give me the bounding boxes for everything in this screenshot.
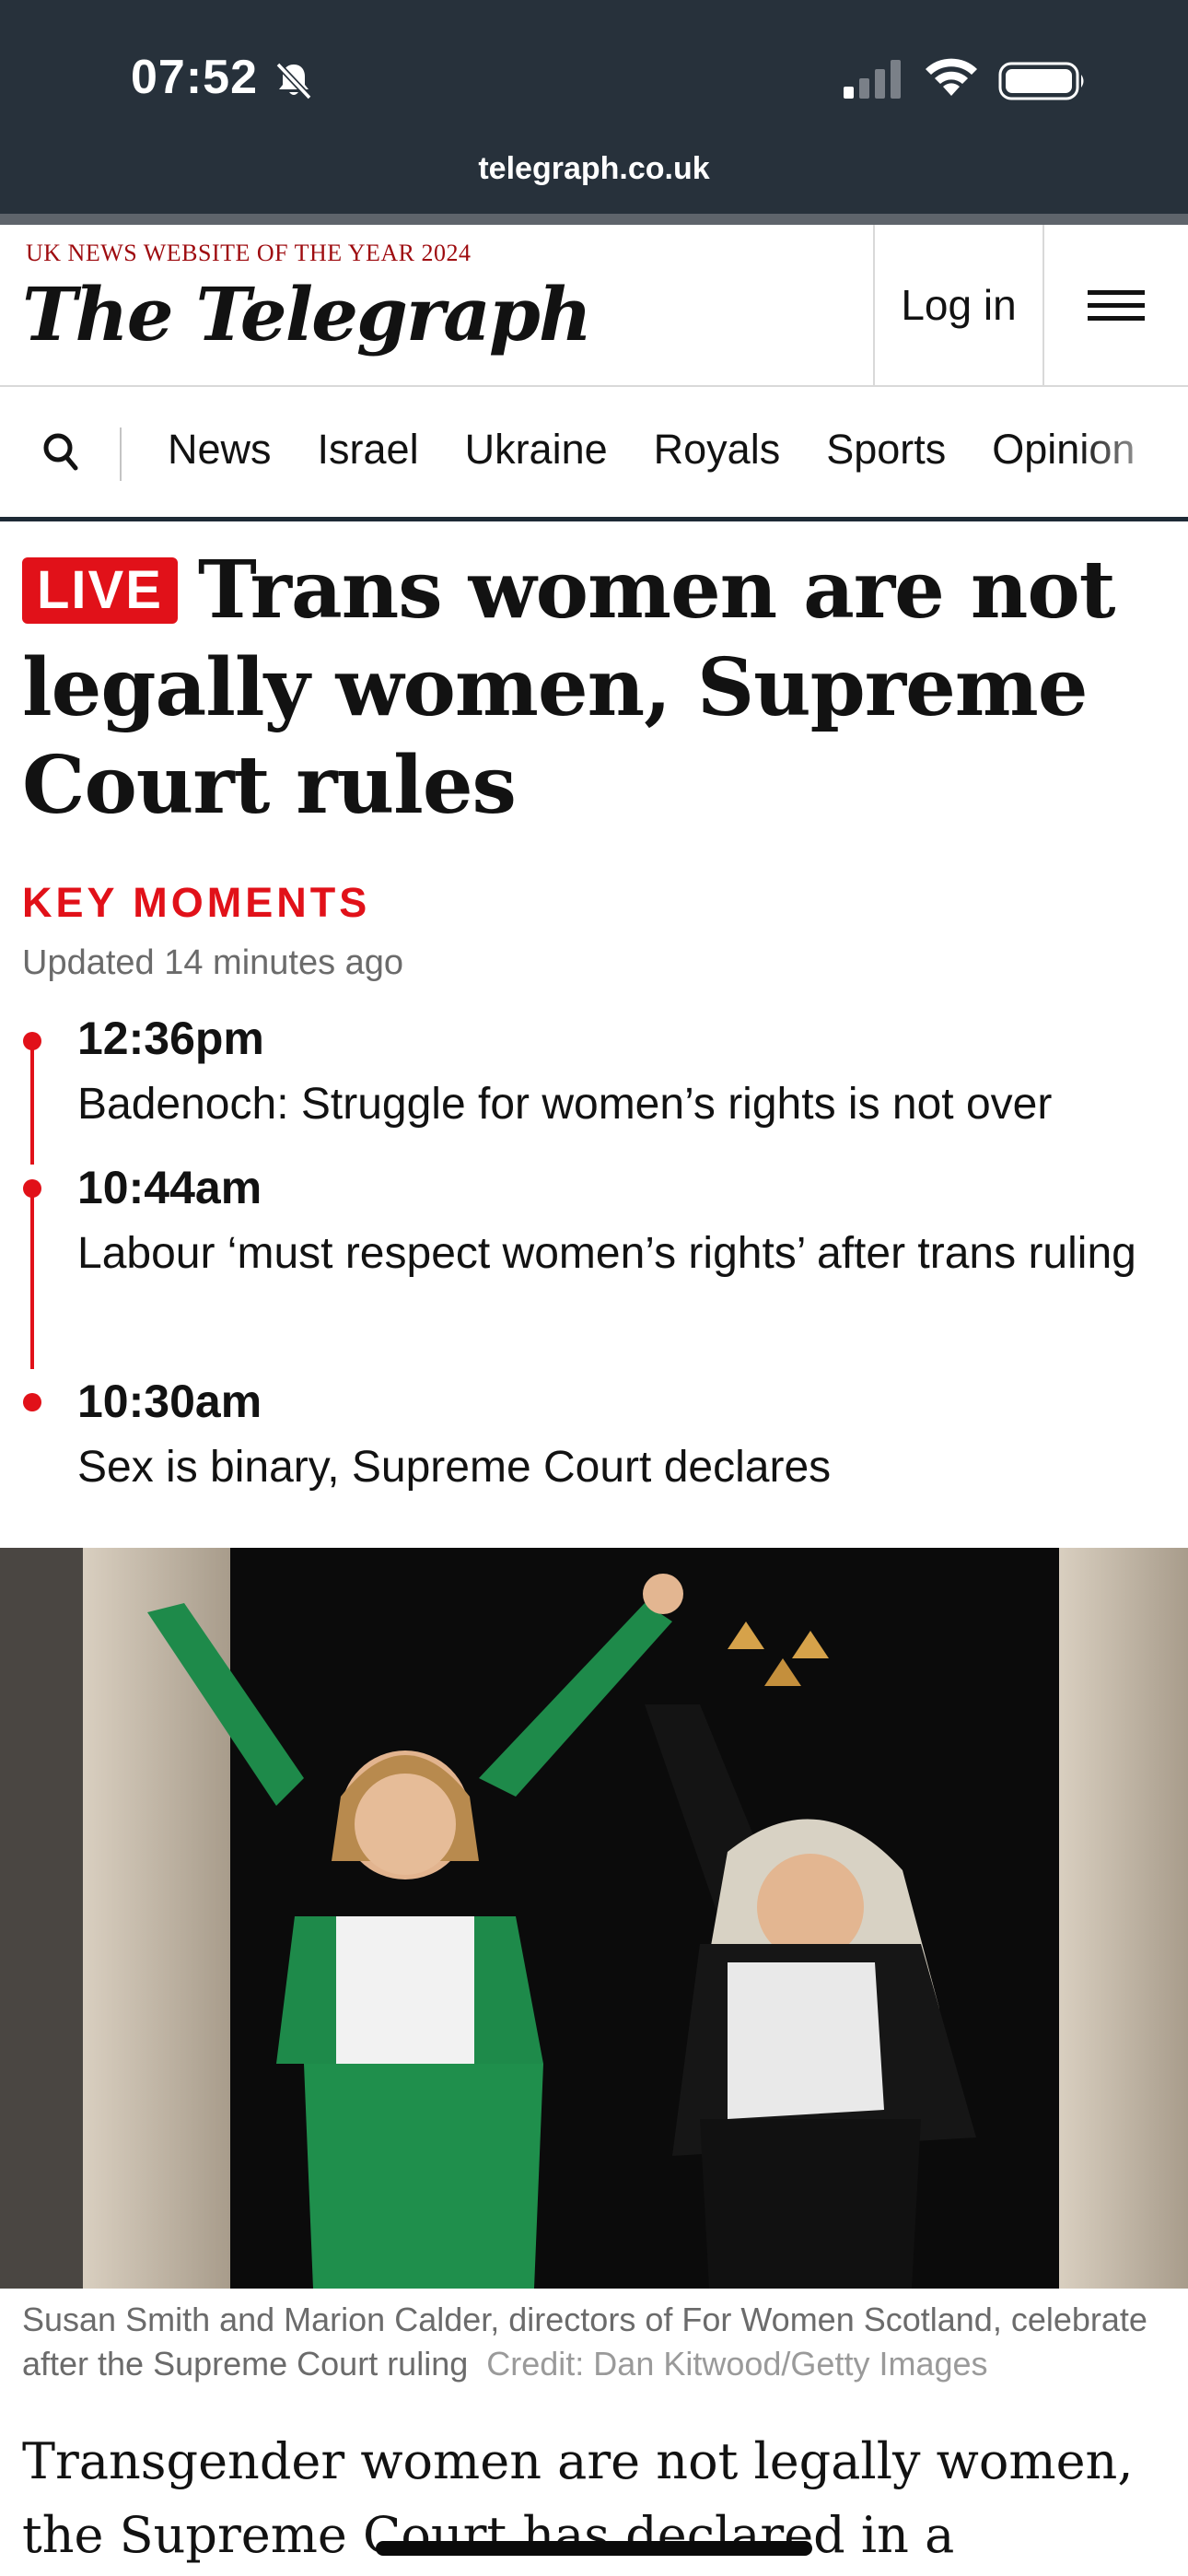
article-headline: LIVE Trans women are not legally women, S…	[22, 542, 1164, 835]
login-button[interactable]: Log in	[873, 225, 1042, 385]
key-moment-text[interactable]: Badenoch: Struggle for women’s rights is…	[77, 1072, 1173, 1137]
address-bar-url[interactable]: telegraph.co.uk	[0, 151, 1188, 187]
status-time: 07:52	[131, 51, 258, 104]
key-moments-title: KEY MOMENTS	[22, 879, 371, 926]
timeline-line	[30, 1045, 34, 1165]
nav-item-royals[interactable]: Royals	[654, 426, 781, 474]
site-header: UK NEWS WEBSITE OF THE YEAR 2024 The Tel…	[0, 225, 1188, 387]
home-indicator[interactable]	[376, 2541, 812, 2556]
key-moment-text[interactable]: Labour ‘must respect women’s rights’ aft…	[77, 1222, 1173, 1286]
headline-text: Trans women are not legally women, Supre…	[22, 544, 1115, 832]
timeline-dot	[23, 1393, 41, 1411]
nav-item-israel[interactable]: Israel	[318, 426, 419, 474]
photo-illustration	[0, 1548, 1188, 2289]
chrome-divider	[0, 214, 1188, 225]
search-icon[interactable]	[41, 429, 81, 477]
bell-slash-icon	[275, 62, 312, 100]
menu-button[interactable]	[1042, 225, 1188, 385]
battery-icon	[998, 62, 1084, 100]
site-logo[interactable]: The Telegraph	[22, 271, 592, 357]
article-photo	[0, 1548, 1188, 2289]
photo-caption: Susan Smith and Marion Calder, directors…	[22, 2298, 1173, 2386]
key-moment-text[interactable]: Sex is binary, Supreme Court declares	[77, 1435, 1173, 1500]
key-moment-time[interactable]: 12:36pm	[77, 1012, 264, 1065]
hamburger-menu-icon	[1088, 282, 1145, 329]
timeline-dot	[23, 1179, 41, 1198]
photo-credit: Credit: Dan Kitwood/Getty Images	[486, 2345, 988, 2383]
updated-timestamp: Updated 14 minutes ago	[22, 943, 404, 982]
browser-chrome: 07:52 telegraph.co.uk	[0, 0, 1188, 217]
live-badge: LIVE	[22, 557, 178, 624]
header-tagline: UK NEWS WEBSITE OF THE YEAR 2024	[26, 240, 472, 266]
key-moment-time[interactable]: 10:30am	[77, 1375, 262, 1428]
signal-icon	[844, 60, 901, 99]
wifi-icon	[926, 58, 977, 96]
nav-item-sports[interactable]: Sports	[826, 426, 946, 474]
nav-divider	[120, 427, 122, 481]
timeline-dot	[23, 1032, 41, 1050]
nav-item-news[interactable]: News	[168, 426, 272, 474]
section-nav: News Israel Ukraine Royals Sports Opinio…	[0, 387, 1188, 521]
nav-item-ukraine[interactable]: Ukraine	[465, 426, 608, 474]
key-moment-time[interactable]: 10:44am	[77, 1161, 262, 1214]
timeline-line	[30, 1194, 34, 1369]
nav-fade	[1077, 387, 1188, 516]
